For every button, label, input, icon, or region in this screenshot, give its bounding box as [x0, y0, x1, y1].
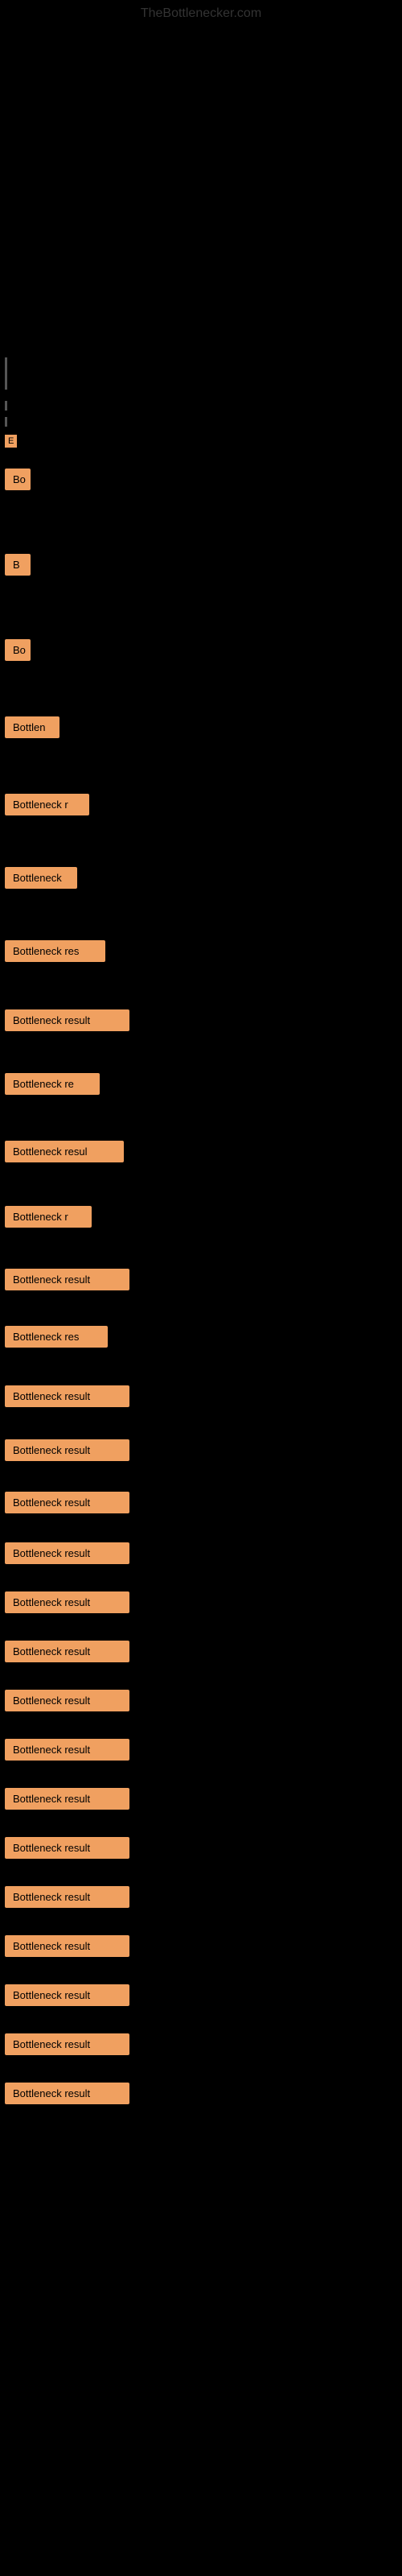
bottleneck-result-label: Bottleneck result	[5, 1935, 129, 1957]
cursor-indicator-3	[5, 417, 7, 427]
list-item: Bottlen	[0, 710, 402, 749]
bottleneck-result-label: Bottleneck result	[5, 1984, 129, 2006]
bottleneck-result-label: Bottleneck resul	[5, 1141, 124, 1162]
list-item: Bottleneck result	[0, 1262, 402, 1297]
list-item: Bottleneck result	[0, 1379, 402, 1414]
list-item: B	[0, 547, 402, 586]
list-item: Bottleneck result	[0, 1433, 402, 1468]
bottleneck-result-label: Bottleneck re	[5, 1073, 100, 1095]
site-title: TheBottlenecker.com	[0, 0, 402, 27]
cursor-indicator-1	[5, 357, 7, 390]
list-item: Bottleneck result	[0, 1929, 402, 1963]
bottleneck-result-label: Bottleneck r	[5, 1206, 92, 1228]
bottleneck-result-label: Bottleneck	[5, 867, 77, 889]
list-item: Bottleneck r	[0, 1199, 402, 1238]
list-item: Bottleneck result	[0, 1536, 402, 1571]
bottleneck-result-label: Bo	[5, 469, 31, 490]
list-item: Bottleneck	[0, 861, 402, 899]
list-item: Bottleneck result	[0, 1683, 402, 1718]
list-item: Bottleneck result	[0, 2076, 402, 2111]
bottleneck-result-label: B	[5, 554, 31, 576]
list-item: Bottleneck result	[0, 1978, 402, 2013]
small-label: E	[5, 435, 17, 448]
list-item: Bottleneck result	[0, 2027, 402, 2062]
bottleneck-result-label: Bo	[5, 639, 31, 661]
chart-area	[0, 27, 402, 349]
list-item: Bottleneck res	[0, 1319, 402, 1358]
bottleneck-result-label: Bottleneck result	[5, 1269, 129, 1290]
bottleneck-result-label: Bottleneck res	[5, 1326, 108, 1348]
bottleneck-result-label: Bottleneck result	[5, 2033, 129, 2055]
list-item: Bottleneck re	[0, 1067, 402, 1105]
bottleneck-result-label: Bottleneck result	[5, 1439, 129, 1461]
bottleneck-result-label: Bottleneck result	[5, 1690, 129, 1711]
list-item: Bottleneck result	[0, 1732, 402, 1767]
list-item: Bo	[0, 633, 402, 671]
cursor-indicator-2	[5, 401, 7, 411]
bottleneck-result-label: Bottleneck result	[5, 1009, 129, 1031]
list-item: Bottleneck result	[0, 1781, 402, 1816]
bottleneck-result-label: Bottleneck result	[5, 1542, 129, 1564]
bottleneck-result-label: Bottlen	[5, 716, 59, 738]
bottleneck-result-label: Bottleneck result	[5, 1591, 129, 1613]
bottleneck-result-label: Bottleneck result	[5, 1739, 129, 1761]
bottleneck-result-label: Bottleneck result	[5, 1837, 129, 1859]
bottleneck-result-label: Bottleneck r	[5, 794, 89, 815]
list-item: Bottleneck result	[0, 1634, 402, 1669]
list-item: Bottleneck result	[0, 1585, 402, 1620]
list-item: Bottleneck result	[0, 1485, 402, 1520]
bottleneck-result-label: Bottleneck result	[5, 1788, 129, 1810]
bottleneck-result-label: Bottleneck result	[5, 1886, 129, 1908]
list-item: Bottleneck result	[0, 1831, 402, 1865]
list-item: Bottleneck result	[0, 1880, 402, 1914]
list-item: Bottleneck res	[0, 934, 402, 972]
bottleneck-result-label: Bottleneck result	[5, 1385, 129, 1407]
bottleneck-result-label: Bottleneck res	[5, 940, 105, 962]
bottleneck-result-label: Bottleneck result	[5, 1492, 129, 1513]
bottleneck-result-label: Bottleneck result	[5, 1641, 129, 1662]
list-item: Bottleneck resul	[0, 1134, 402, 1173]
list-item: Bo	[0, 462, 402, 501]
list-item: Bottleneck r	[0, 787, 402, 826]
bottleneck-result-label: Bottleneck result	[5, 2083, 129, 2104]
bottleneck-list: Bo B Bo Bottlen Bottleneck r Bottleneck …	[0, 451, 402, 2130]
list-item: Bottleneck result	[0, 1003, 402, 1038]
